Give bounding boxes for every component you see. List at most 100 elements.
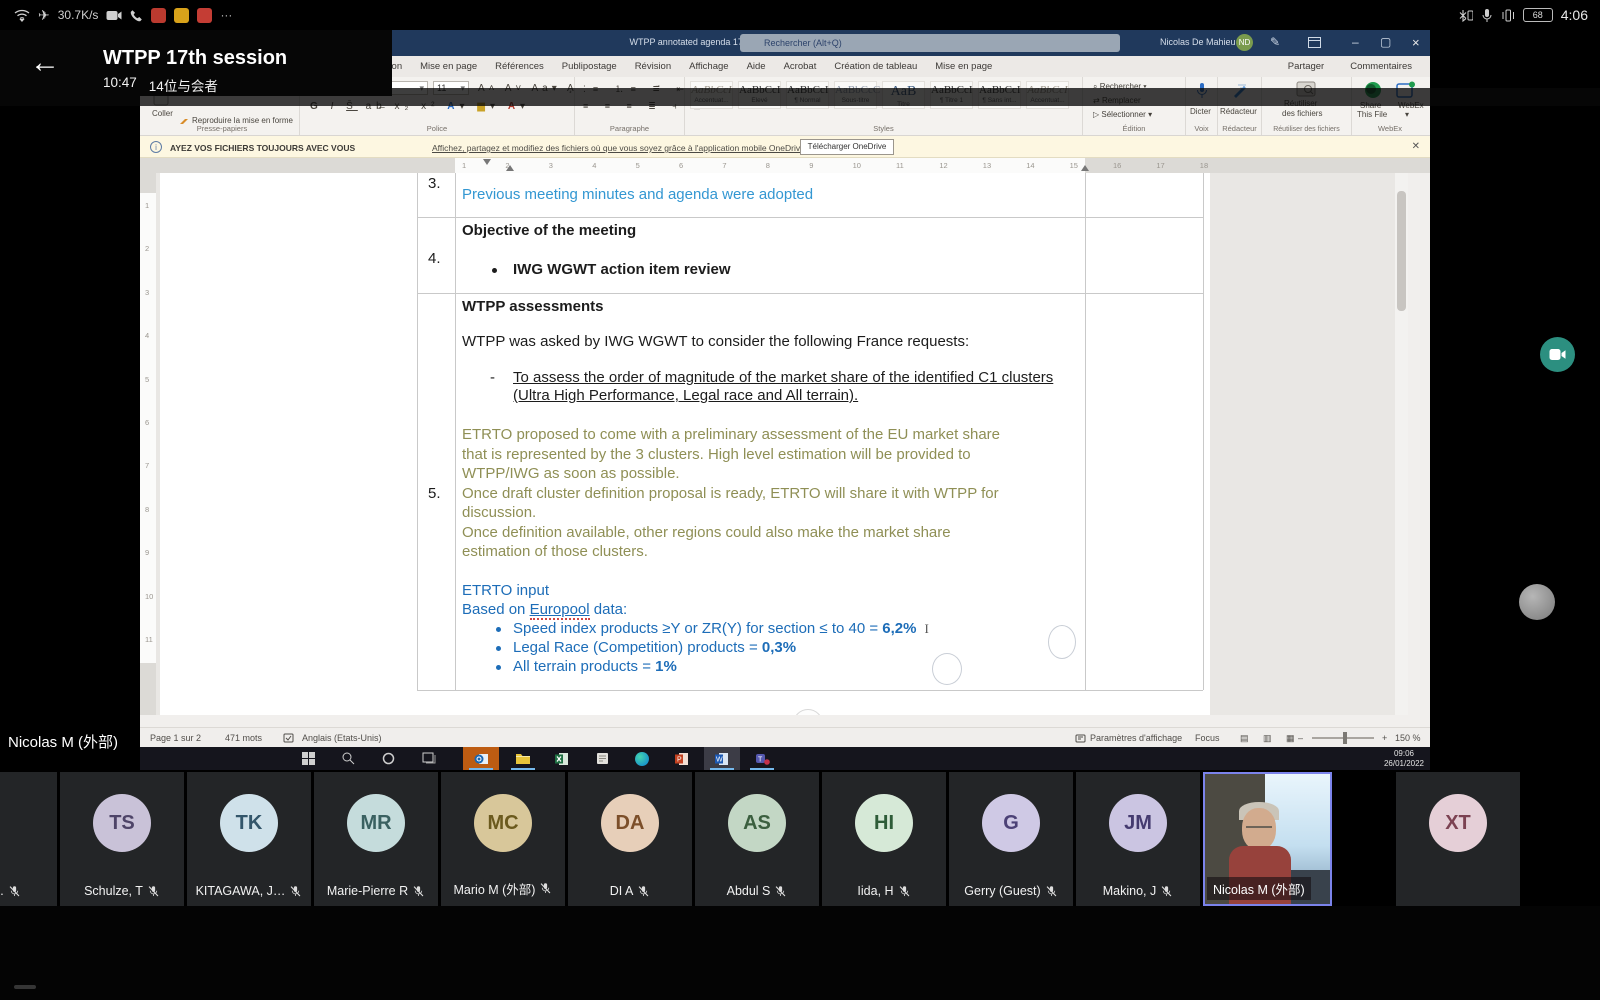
ribbon-tab-7[interactable]: Affichage [680, 56, 737, 77]
view-mode-buttons[interactable]: ▤ ▥ ▦ [1240, 733, 1301, 744]
reuse-line2[interactable]: des fichiers [1282, 109, 1322, 118]
ribbon-tab-9[interactable]: Acrobat [775, 56, 826, 77]
participant-name: oshi… [0, 884, 4, 898]
download-onedrive-button[interactable]: Télécharger OneDrive [800, 139, 894, 155]
page-indicator[interactable]: Page 1 sur 2 [150, 733, 201, 743]
zoom-slider-thumb[interactable] [1343, 732, 1347, 744]
ribbon-tab-4[interactable]: Références [486, 56, 553, 77]
zoom-level[interactable]: 150 % [1395, 733, 1421, 743]
proofing-icon[interactable] [283, 733, 294, 744]
word-status-bar: Page 1 sur 2 471 mots Anglais (Etats-Uni… [140, 727, 1430, 747]
onedrive-banner-message[interactable]: Affichez, partagez et modifiez des fichi… [432, 143, 807, 153]
zoom-out-button[interactable]: – [1298, 733, 1303, 743]
dictate-label[interactable]: Dicter [1190, 107, 1211, 116]
participant-count[interactable]: 14位与会者 [149, 75, 218, 95]
hanging-indent-marker[interactable] [506, 165, 514, 171]
minimize-button[interactable]: – [1352, 35, 1359, 49]
row5-intro: WTPP was asked by IWG WGWT to consider t… [462, 333, 969, 350]
document-page[interactable]: 3. Previous meeting minutes and agenda w… [160, 173, 1210, 715]
ribbon-tab-3[interactable]: Mise en page [411, 56, 486, 77]
account-name[interactable]: Nicolas De Mahieu [1160, 37, 1236, 47]
participant-tile-video[interactable]: Nicolas M (外部) [1203, 772, 1332, 906]
participant-tile[interactable]: MRMarie-Pierre R [314, 772, 438, 906]
taskbar-teams[interactable]: T [744, 747, 780, 770]
vertical-scrollbar[interactable] [1395, 173, 1408, 715]
participant-tile[interactable]: oshi… [0, 772, 57, 906]
ribbon-tab-6[interactable]: Révision [626, 56, 680, 77]
floating-assistive-ball[interactable] [1519, 584, 1555, 620]
search-input[interactable] [740, 34, 1120, 52]
zoom-in-button[interactable]: + [1382, 733, 1387, 743]
language-indicator[interactable]: Anglais (Etats-Unis) [302, 733, 382, 743]
ribbon-display-icon[interactable] [1308, 37, 1321, 48]
comments-button[interactable]: Commentaires [1350, 61, 1412, 72]
participant-name: Marie-Pierre R [327, 884, 408, 898]
participant-tile[interactable]: XT [1396, 772, 1520, 906]
participant-tile[interactable]: JMMakino, J [1076, 772, 1200, 906]
taskbar-clock[interactable]: 09:06 26/01/2022 [1384, 749, 1424, 768]
paste-label[interactable]: Coller [152, 109, 173, 118]
select-button[interactable]: ▷ Sélectionner ▾ [1093, 110, 1152, 119]
banner-close-icon[interactable]: ✕ [1412, 141, 1420, 152]
editor-button-label[interactable]: Rédacteur [1220, 107, 1257, 116]
participant-tile[interactable]: HIIida, H [822, 772, 946, 906]
ruler-number: 12 [939, 161, 947, 170]
maximize-button[interactable]: ▢ [1380, 35, 1391, 49]
bullet-dot [496, 646, 501, 651]
right-indent-marker[interactable] [1081, 165, 1089, 171]
taskbar-search-icon[interactable] [340, 750, 357, 767]
close-button[interactable]: × [1412, 35, 1420, 50]
vertical-ruler[interactable]: 1234567891011 [140, 173, 156, 715]
ribbon-tab-8[interactable]: Aide [738, 56, 775, 77]
taskbar-outlook[interactable] [463, 747, 499, 770]
draw-mode-icon[interactable]: ✎ [1270, 35, 1280, 49]
word-count[interactable]: 471 mots [225, 733, 262, 743]
participant-strip: oshi… TSSchulze, TTKKITAGAWA, J…MRMarie-P… [0, 772, 1600, 906]
start-button[interactable] [300, 750, 317, 767]
first-line-indent-marker[interactable] [483, 159, 491, 165]
taskbar-powerpoint[interactable]: P [664, 747, 700, 770]
table-border [455, 173, 456, 690]
taskbar-underline [750, 768, 774, 770]
webex-share-line2[interactable]: This File [1357, 110, 1387, 119]
taskbar-file-explorer[interactable] [505, 747, 541, 770]
participant-name: Gerry (Guest) [964, 884, 1040, 898]
back-arrow-icon[interactable]: ← [30, 46, 60, 80]
mic-off-icon [637, 885, 650, 898]
ribbon-tab-10[interactable]: Création de tableau [825, 56, 926, 77]
paragraph-group: ⁚≡ ⒈≡ ≡⃗ ⇤ ⇥ ⇅ ¶ ≡ ≡ ≡ ≣ ⫞ ⊞▾ Paragraphe [575, 77, 685, 135]
taskbar-sticky-notes[interactable] [584, 747, 620, 770]
share-button[interactable]: Partager [1288, 61, 1324, 72]
vibrate-icon [1501, 8, 1515, 23]
taskbar-underline [469, 768, 493, 770]
scrollbar-thumb[interactable] [1397, 191, 1406, 311]
focus-mode[interactable]: Focus [1195, 733, 1220, 743]
participant-tile[interactable]: TSSchulze, T [60, 772, 184, 906]
status-more: ··· [220, 8, 232, 22]
account-avatar[interactable]: ND [1236, 34, 1253, 51]
taskbar-excel[interactable] [544, 747, 580, 770]
font-group-label: Police [300, 124, 574, 133]
cortana-icon[interactable] [380, 750, 397, 767]
webex-dropdown[interactable]: ▾ [1405, 110, 1409, 119]
participant-tile[interactable]: GGerry (Guest) [949, 772, 1073, 906]
ruler-number: 1 [462, 161, 466, 170]
taskbar-word[interactable]: W [704, 747, 740, 770]
document-area[interactable]: 1234567891011 3. Previous meeting minute… [140, 173, 1408, 715]
vruler-number: 11 [145, 635, 153, 644]
voice-group: Dicter Voix [1186, 77, 1218, 135]
display-settings[interactable]: Paramètres d'affichage [1090, 733, 1182, 743]
task-view-icon[interactable] [420, 750, 437, 767]
meeting-subtitle[interactable]: 10:47 14位与会者 [103, 75, 218, 95]
etrto-paragraph-line: estimation of those clusters. [462, 542, 1000, 562]
taskbar-edge[interactable] [624, 747, 660, 770]
ribbon-tab-5[interactable]: Publipostage [553, 56, 626, 77]
vruler-number: 1 [145, 201, 149, 210]
floating-camera-button[interactable] [1540, 337, 1575, 372]
ribbon-tab-11[interactable]: Mise en page [926, 56, 1001, 77]
participant-tile[interactable]: ASAbdul S [695, 772, 819, 906]
participant-tile[interactable]: MCMario M (外部) [441, 772, 565, 906]
participant-tile[interactable]: TKKITAGAWA, J… [187, 772, 311, 906]
horizontal-ruler[interactable]: 123456789101112131415161718 [140, 158, 1430, 173]
participant-tile[interactable]: DADI A [568, 772, 692, 906]
